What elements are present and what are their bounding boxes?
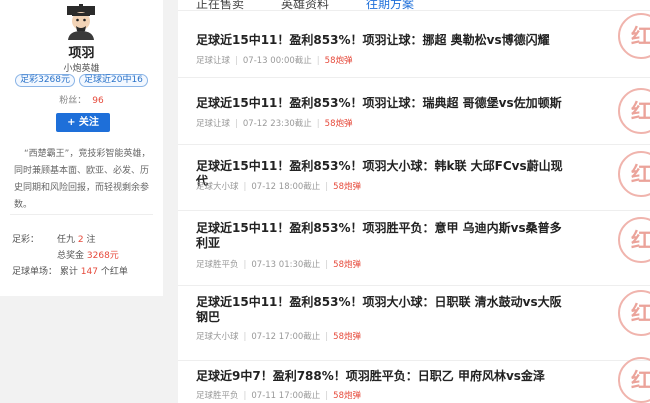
fans-count: 粉丝： 96 — [59, 96, 104, 106]
plan-meta: 足球胜平负 | 07-11 17:00截止 | 58炮弹 — [196, 391, 361, 401]
profile-card: 项羽 小炮英雄 足彩3268元 足球近20中16 粉丝： 96 + 关注 “西楚霸… — [0, 0, 163, 296]
hero-intro: “西楚霸王”，竞技彩智能英雄，同时兼顾基本面、欧亚、必发、历史同期和风险回报，而… — [14, 149, 151, 210]
plan-title[interactable]: 足球近15中11！盈利853%！项羽让球：挪超 奥勒松vs博德闪耀 — [196, 33, 568, 48]
plan-title[interactable]: 足球近15中11！盈利853%！项羽让球：瑞典超 哥德堡vs佐加顿斯 — [196, 96, 568, 111]
plan-list-panel: 正在售卖 英雄资料 往期方案 足球近15中11！盈利853%！项羽让球：挪超 奥… — [178, 0, 650, 403]
follow-button[interactable]: + 关注 — [56, 113, 110, 132]
stat-single: 足球单场： 累计 147 个红单 — [12, 267, 128, 277]
red-stamp-icon: 红 — [618, 290, 650, 336]
hero-badges: 足彩3268元 足球近20中16 — [0, 74, 163, 87]
red-stamp-icon: 红 — [618, 151, 650, 197]
plan-title[interactable]: 足球近9中7！盈利788%！项羽胜平负：日职乙 甲府风林vs金泽 — [196, 369, 568, 384]
stat-renjiu: 任九 2 注 — [57, 235, 96, 245]
plan-item[interactable]: 足球近15中11！盈利853%！项羽胜平负：意甲 乌迪内斯vs桑普多利亚 足球胜… — [178, 211, 650, 286]
plan-meta: 足球让球 | 07-12 23:30截止 | 58炮弹 — [196, 119, 353, 129]
avatar[interactable] — [63, 4, 99, 40]
badge-zucai: 足彩3268元 — [15, 74, 75, 87]
red-stamp-icon: 红 — [618, 88, 650, 134]
tab-bar: 正在售卖 英雄资料 往期方案 — [178, 0, 650, 11]
plan-item[interactable]: 足球近15中11！盈利853%！项羽让球：瑞典超 哥德堡vs佐加顿斯 足球让球 |… — [178, 78, 650, 145]
plan-meta: 足球大小球 | 07-12 18:00截止 | 58炮弹 — [196, 182, 361, 192]
hero-role: 小炮英雄 — [63, 64, 100, 74]
plan-item[interactable]: 足球近15中11！盈利853%！项羽大小球：日职联 清水鼓动vs大阪钢巴 足球大… — [178, 286, 650, 361]
plan-meta: 足球大小球 | 07-12 17:00截止 | 58炮弹 — [196, 332, 361, 342]
red-stamp-icon: 红 — [618, 13, 650, 59]
red-stamp-icon: 红 — [618, 357, 650, 403]
plan-item[interactable]: 足球近9中7！盈利788%！项羽胜平负：日职乙 甲府风林vs金泽 足球胜平负 | 0… — [178, 357, 650, 403]
plan-title[interactable]: 足球近15中11！盈利853%！项羽胜平负：意甲 乌迪内斯vs桑普多利亚 — [196, 221, 568, 251]
red-stamp-icon: 红 — [618, 217, 650, 263]
plan-meta: 足球让球 | 07-13 00:00截止 | 58炮弹 — [196, 56, 353, 66]
hero-name: 项羽 — [68, 46, 95, 61]
plan-meta: 足球胜平负 | 07-13 01:30截止 | 58炮弹 — [196, 260, 361, 270]
plan-item[interactable]: 足球近15中11！盈利853%！项羽让球：挪超 奥勒松vs博德闪耀 足球让球 | 0… — [178, 11, 650, 78]
divider — [10, 214, 153, 215]
stat-prize: 总奖金 3268元 — [57, 251, 119, 261]
plan-title[interactable]: 足球近15中11！盈利853%！项羽大小球：日职联 清水鼓动vs大阪钢巴 — [196, 295, 568, 325]
stat-zucai-label: 足彩： — [12, 235, 40, 245]
plan-item[interactable]: 足球近15中11！盈利853%！项羽大小球：韩k联 大邱FCvs蔚山现代 足球大… — [178, 145, 650, 211]
badge-record: 足球近20中16 — [79, 74, 148, 87]
